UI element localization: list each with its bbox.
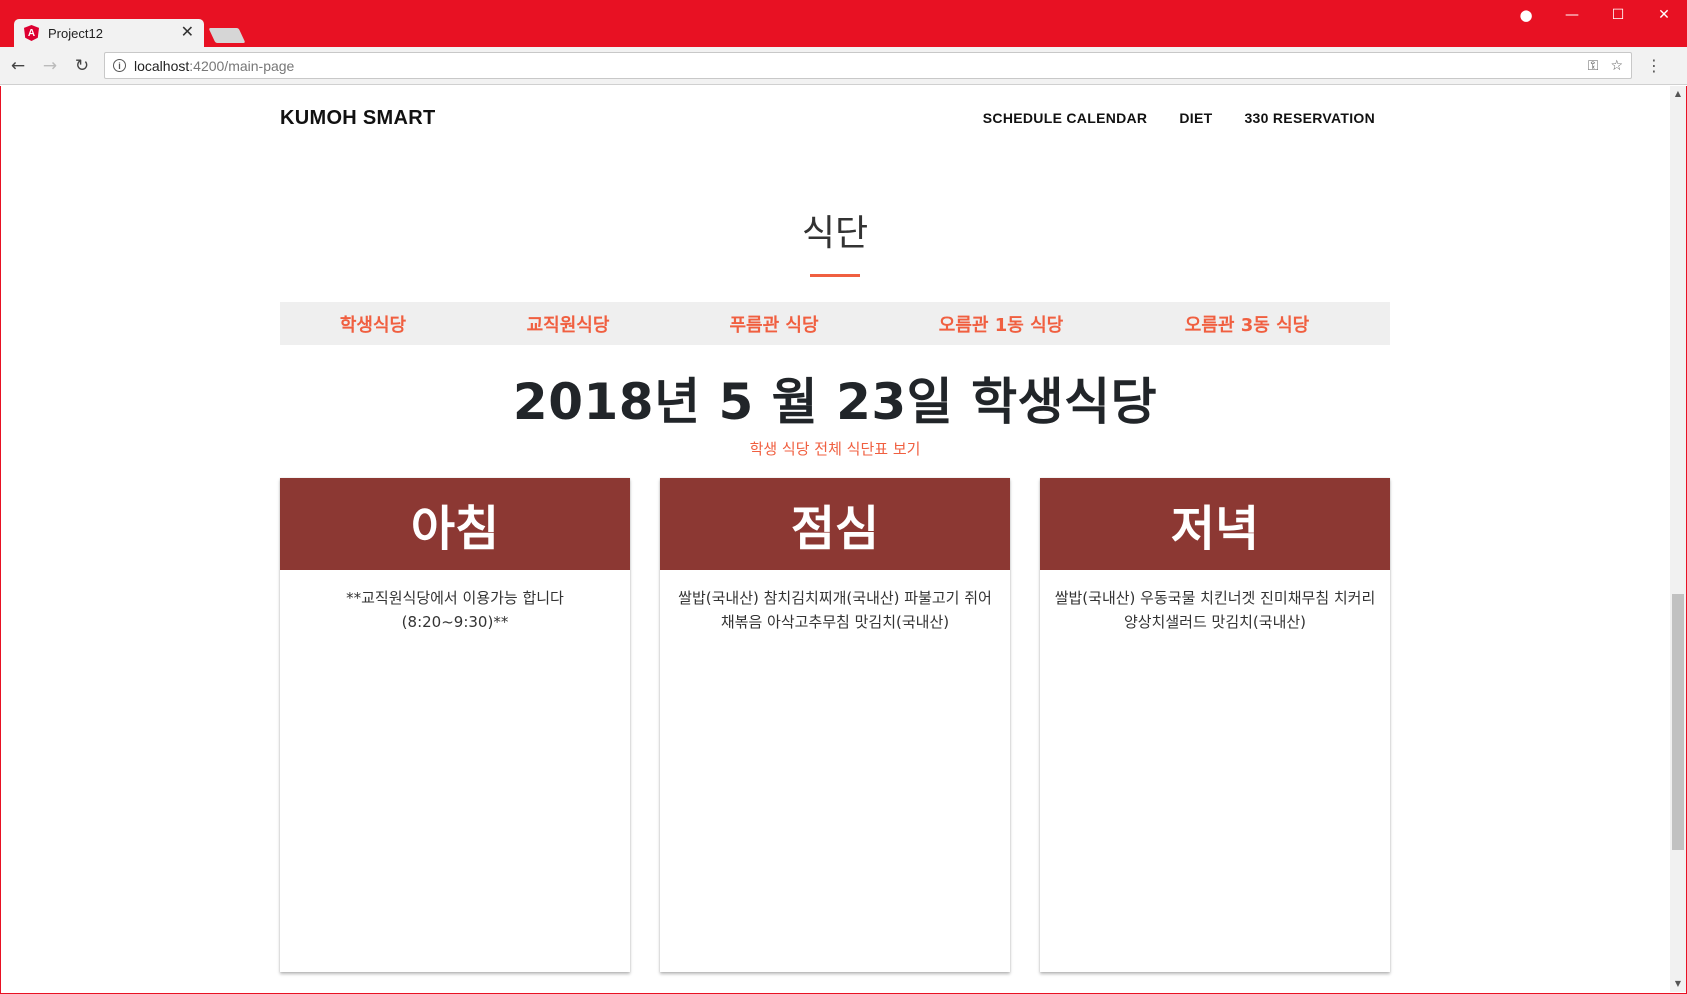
page-viewport: KUMOH SMART SCHEDULE CALENDAR DIET 330 R… [1,86,1670,992]
url-text[interactable]: localhost:4200/main-page [134,58,1576,74]
meal-card-dinner: 저녁 쌀밥(국내산) 우동국물 치킨너겟 진미채무침 치커리양상치샐러드 맛김치… [1040,478,1390,972]
meal-menu: 쌀밥(국내산) 우동국물 치킨너겟 진미채무침 치커리양상치샐러드 맛김치(국내… [1054,589,1376,631]
window-controls: ● — ☐ ✕ [1511,0,1687,30]
site-header: KUMOH SMART SCHEDULE CALENDAR DIET 330 R… [280,86,1390,138]
tab-student-cafeteria[interactable]: 학생식당 [280,311,466,337]
cafeteria-tab-bar: 학생식당 교직원식당 푸름관 식당 오름관 1동 식당 오름관 3동 식당 [280,302,1390,345]
page-container: KUMOH SMART SCHEDULE CALENDAR DIET 330 R… [280,86,1390,972]
meal-cards: 아침 **교직원식당에서 이용가능 합니다(8:20~9:30)** 점심 쌀밥… [280,478,1390,972]
brand-logo-link[interactable]: KUMOH SMART [280,107,436,130]
close-tab-icon[interactable]: ✕ [181,25,194,41]
meal-header: 점심 [660,478,1010,570]
back-arrow-icon[interactable]: ← [4,56,32,76]
forward-arrow-icon[interactable]: → [36,56,64,76]
nav-330-reservation[interactable]: 330 RESERVATION [1244,110,1375,126]
nav-schedule-calendar[interactable]: SCHEDULE CALENDAR [983,110,1148,126]
meal-name: 저녁 [1170,501,1260,557]
minimize-icon[interactable]: — [1549,7,1595,23]
main-nav: SCHEDULE CALENDAR DIET 330 RESERVATION [951,110,1375,126]
full-menu-link[interactable]: 학생 식당 전체 식단표 보기 [280,438,1390,459]
meal-header: 저녁 [1040,478,1390,570]
info-icon[interactable]: i [113,59,126,72]
profile-icon[interactable]: ● [1511,6,1541,24]
browser-titlebar: A Project12 ✕ ● — ☐ ✕ [0,0,1687,47]
address-bar[interactable]: i localhost:4200/main-page ⚿ ☆ [104,52,1632,79]
section-title: 식단 [801,213,869,254]
meal-menu: **교직원식당에서 이용가능 합니다(8:20~9:30)** [346,589,564,631]
tab-oreum-3-cafeteria[interactable]: 오름관 3동 식당 [1124,311,1370,337]
page-scrollbar[interactable]: ▲ ▼ [1670,86,1686,992]
meal-name: 점심 [790,501,880,557]
angular-favicon-icon: A [24,25,39,41]
star-icon[interactable]: ☆ [1610,58,1623,74]
url-path: :4200/main-page [189,57,295,74]
date-heading: 2018년 5 월 23일 학생식당 [512,373,1158,431]
meal-card-lunch: 점심 쌀밥(국내산) 참치김치찌개(국내산) 파불고기 쥐어채볶음 아삭고추무침… [660,478,1010,972]
scroll-down-arrow-icon[interactable]: ▼ [1670,976,1686,992]
new-tab-button[interactable] [208,28,246,43]
menu-kebab-icon[interactable]: ⋮ [1646,56,1662,75]
url-host: localhost [134,57,190,74]
meal-card-breakfast: 아침 **교직원식당에서 이용가능 합니다(8:20~9:30)** [280,478,630,972]
browser-toolbar: ← → ↻ i localhost:4200/main-page ⚿ ☆ ⋮ [0,47,1687,85]
scrollbar-thumb[interactable] [1672,594,1684,850]
meal-name: 아침 [410,501,500,557]
maximize-icon[interactable]: ☐ [1595,7,1641,23]
tab-title: Project12 [48,25,103,41]
key-icon[interactable]: ⚿ [1588,58,1599,74]
reload-icon[interactable]: ↻ [68,56,96,76]
tab-staff-cafeteria[interactable]: 교직원식당 [466,311,670,337]
scroll-up-arrow-icon[interactable]: ▲ [1670,86,1686,102]
title-divider [810,274,860,277]
meal-header: 아침 [280,478,630,570]
close-window-icon[interactable]: ✕ [1641,7,1687,23]
nav-diet[interactable]: DIET [1179,110,1212,126]
tab-pureum-cafeteria[interactable]: 푸름관 식당 [670,311,878,337]
browser-tab[interactable]: A Project12 ✕ [14,19,204,47]
meal-menu: 쌀밥(국내산) 참치김치찌개(국내산) 파불고기 쥐어채볶음 아삭고추무침 맛김… [678,589,992,631]
tab-oreum-1-cafeteria[interactable]: 오름관 1동 식당 [878,311,1124,337]
